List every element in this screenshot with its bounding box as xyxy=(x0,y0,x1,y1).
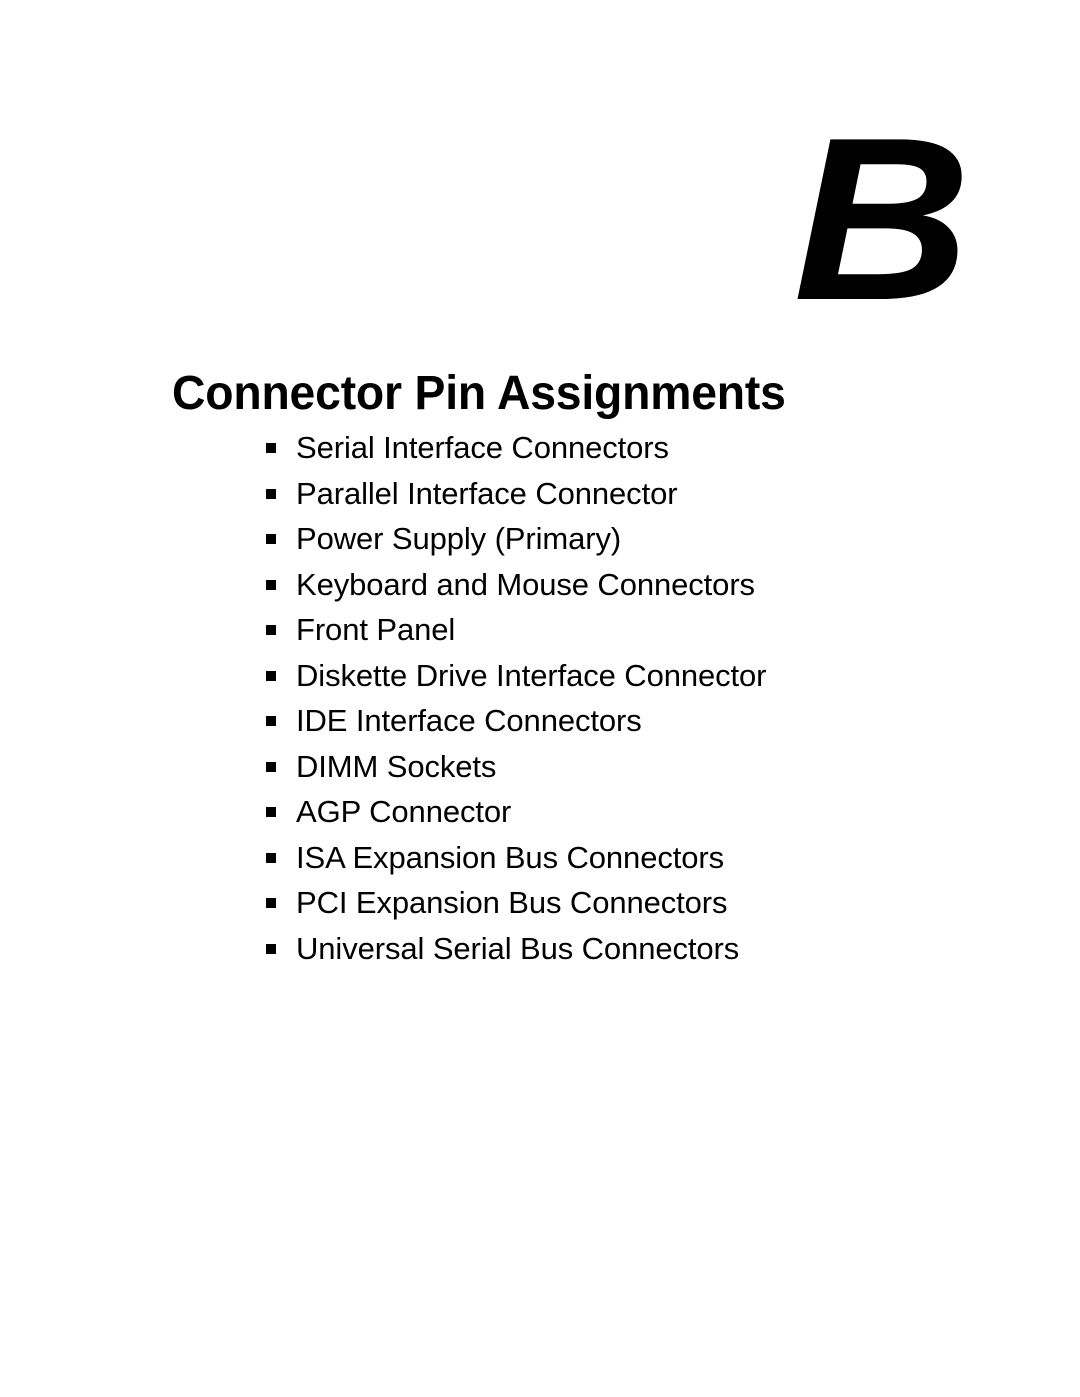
list-item-label: PCI Expansion Bus Connectors xyxy=(296,885,728,920)
list-item: Keyboard and Mouse Connectors xyxy=(266,569,766,615)
square-bullet-icon xyxy=(266,625,276,635)
page-title: Connector Pin Assignments xyxy=(172,367,786,421)
square-bullet-icon xyxy=(266,761,276,772)
list-item-label: AGP Connector xyxy=(296,794,512,829)
list-item: AGP Connector xyxy=(266,796,766,842)
list-item-label: Parallel Interface Connector xyxy=(296,475,678,511)
list-item: Power Supply (Primary) xyxy=(266,523,766,569)
list-item-label: Keyboard and Mouse Connectors xyxy=(296,566,755,602)
document-page: B Connector Pin Assignments Serial Inter… xyxy=(0,0,1080,1397)
list-item-label: Front Panel xyxy=(296,612,456,647)
list-item: Front Panel xyxy=(266,614,766,660)
square-bullet-icon xyxy=(266,716,276,726)
list-item: ISA Expansion Bus Connectors xyxy=(266,842,766,888)
square-bullet-icon xyxy=(266,943,276,954)
chapter-contents-list: Serial Interface Connectors Parallel Int… xyxy=(266,432,767,979)
square-bullet-icon xyxy=(266,579,276,590)
list-item: Diskette Drive Interface Connector xyxy=(266,657,767,706)
list-item-label: DIMM Sockets xyxy=(296,748,497,784)
appendix-letter: B xyxy=(793,90,972,349)
list-item: PCI Expansion Bus Connectors xyxy=(266,887,766,933)
square-bullet-icon xyxy=(266,534,276,544)
square-bullet-icon xyxy=(266,670,276,681)
list-item: IDE Interface Connectors xyxy=(266,705,766,751)
list-item-label: Universal Serial Bus Connectors xyxy=(296,930,740,966)
list-item: Universal Serial Bus Connectors xyxy=(266,933,766,979)
list-item-label: IDE Interface Connectors xyxy=(296,703,642,738)
square-bullet-icon xyxy=(266,852,276,863)
list-item: Serial Interface Connectors xyxy=(266,432,766,478)
list-item: DIMM Sockets xyxy=(266,751,766,797)
list-item-label: Power Supply (Primary) xyxy=(296,521,622,556)
list-item-label: Serial Interface Connectors xyxy=(296,430,669,465)
square-bullet-icon xyxy=(266,488,276,499)
square-bullet-icon xyxy=(266,443,276,453)
square-bullet-icon xyxy=(266,898,276,908)
list-item: Parallel Interface Connector xyxy=(266,478,766,524)
list-item-label: ISA Expansion Bus Connectors xyxy=(296,839,725,875)
square-bullet-icon xyxy=(266,807,276,817)
list-item-label: Diskette Drive Interface Connector xyxy=(296,657,767,693)
